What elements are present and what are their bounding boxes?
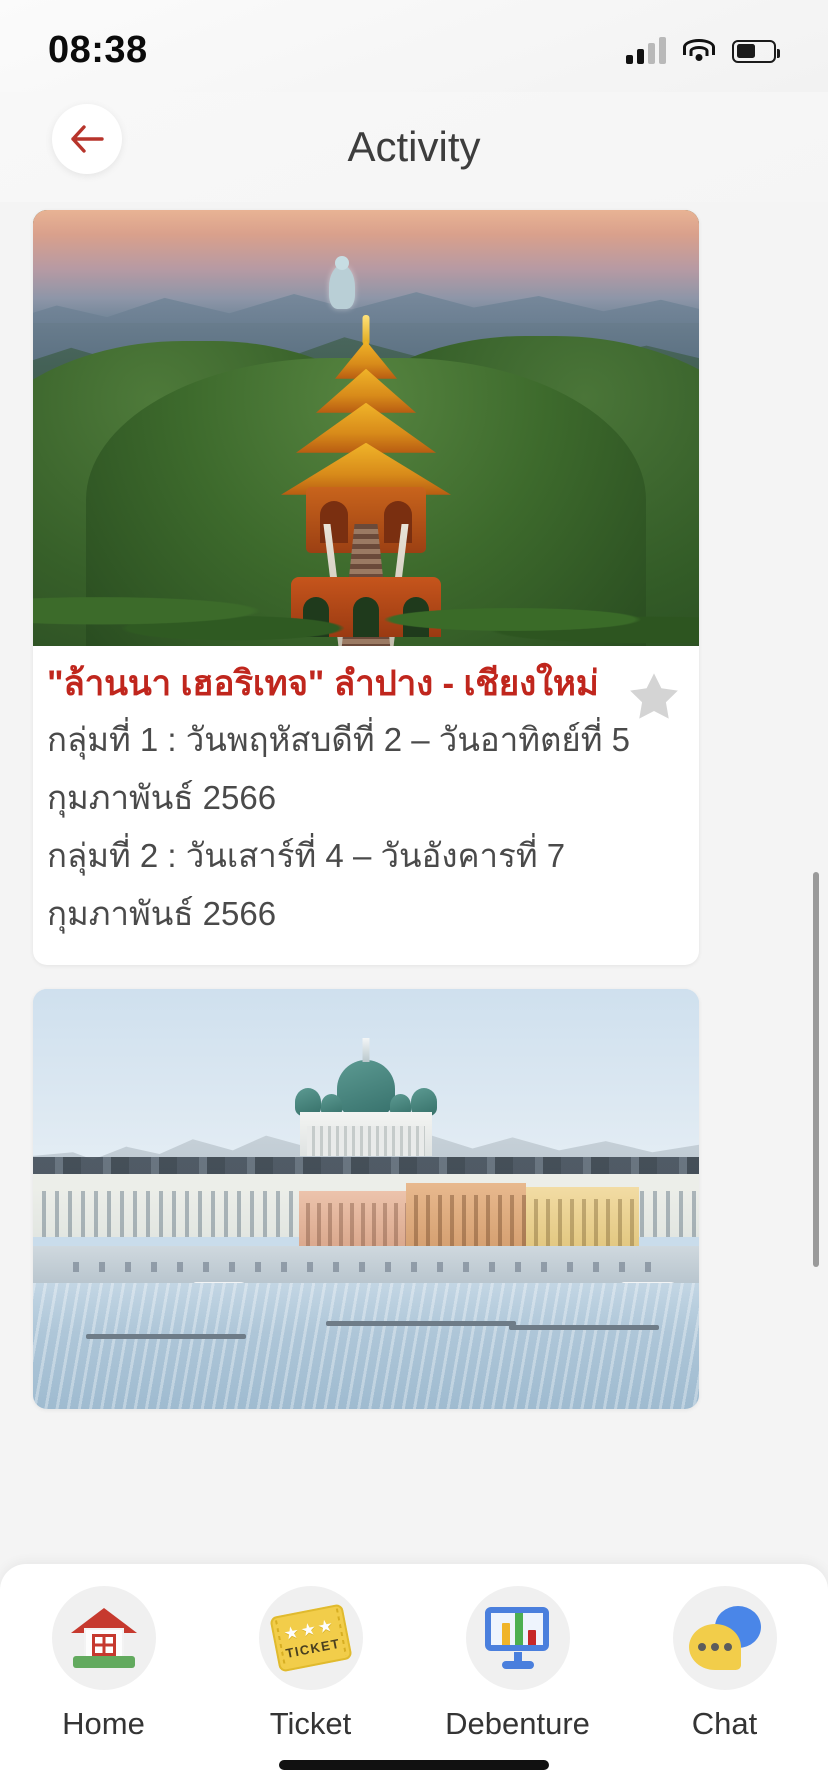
page-header: Activity: [0, 92, 828, 202]
status-bar: 08:38: [0, 0, 828, 92]
nav-item-home[interactable]: Home: [18, 1586, 190, 1742]
nav-label: Chat: [691, 1706, 758, 1741]
activity-detail-line: กุมภาพันธ์ 2566: [47, 895, 277, 933]
battery-icon: [732, 39, 780, 63]
nav-item-debenture[interactable]: Debenture: [432, 1586, 604, 1742]
home-indicator: [279, 1760, 549, 1770]
activity-card[interactable]: [33, 989, 699, 1410]
activity-card-image: [33, 210, 699, 646]
cellular-signal-icon: [626, 37, 666, 64]
nav-item-chat[interactable]: Chat: [639, 1586, 811, 1742]
page-title: Activity: [347, 123, 481, 170]
ticket-icon: ★★★ TICKET: [268, 1603, 353, 1673]
bottom-navigation-bar: Home ★★★ TICKET Ticket Debenture Chat: [0, 1564, 828, 1792]
nav-label: Ticket: [269, 1706, 352, 1741]
monitor-chart-icon: [483, 1607, 553, 1669]
activity-title: "ล้านนา เฮอริเทจ" ลำปาง - เชียงใหม่: [47, 664, 599, 703]
activity-detail-line: กุมภาพันธ์ 2566: [47, 778, 277, 816]
back-button[interactable]: [52, 104, 122, 174]
nav-item-ticket[interactable]: ★★★ TICKET Ticket: [225, 1586, 397, 1742]
nav-icon-wrapper: [51, 1586, 156, 1690]
back-arrow-icon: [71, 125, 104, 153]
nav-icon-wrapper: [672, 1586, 777, 1690]
status-bar-time: 08:38: [48, 28, 148, 71]
vertical-scrollbar[interactable]: [813, 872, 819, 1267]
nav-label: Home: [62, 1706, 145, 1741]
activity-card-body: "ล้านนา เฮอริเทจ" ลำปาง - เชียงใหม่ กลุ่…: [33, 646, 699, 965]
activity-detail-line: กลุ่มที่ 1 : วันพฤหัสบดีที่ 2 – วันอาทิต…: [47, 720, 631, 758]
wifi-icon: [682, 38, 716, 64]
nav-label: Debenture: [445, 1706, 590, 1741]
activity-card-image: [33, 989, 699, 1410]
activity-card[interactable]: "ล้านนา เฮอริเทจ" ลำปาง - เชียงใหม่ กลุ่…: [33, 210, 699, 966]
activity-list-scroll-area[interactable]: "ล้านนา เฮอริเทจ" ลำปาง - เชียงใหม่ กลุ่…: [0, 202, 828, 1564]
chat-bubbles-icon: [688, 1606, 761, 1670]
activity-detail-line: กลุ่มที่ 2 : วันเสาร์ที่ 4 – วันอังคารที…: [47, 837, 566, 875]
star-icon[interactable]: [625, 668, 683, 726]
status-bar-indicators: [626, 37, 780, 64]
nav-icon-wrapper: [465, 1586, 570, 1690]
home-icon: [70, 1608, 137, 1668]
nav-icon-wrapper: ★★★ TICKET: [258, 1586, 363, 1690]
